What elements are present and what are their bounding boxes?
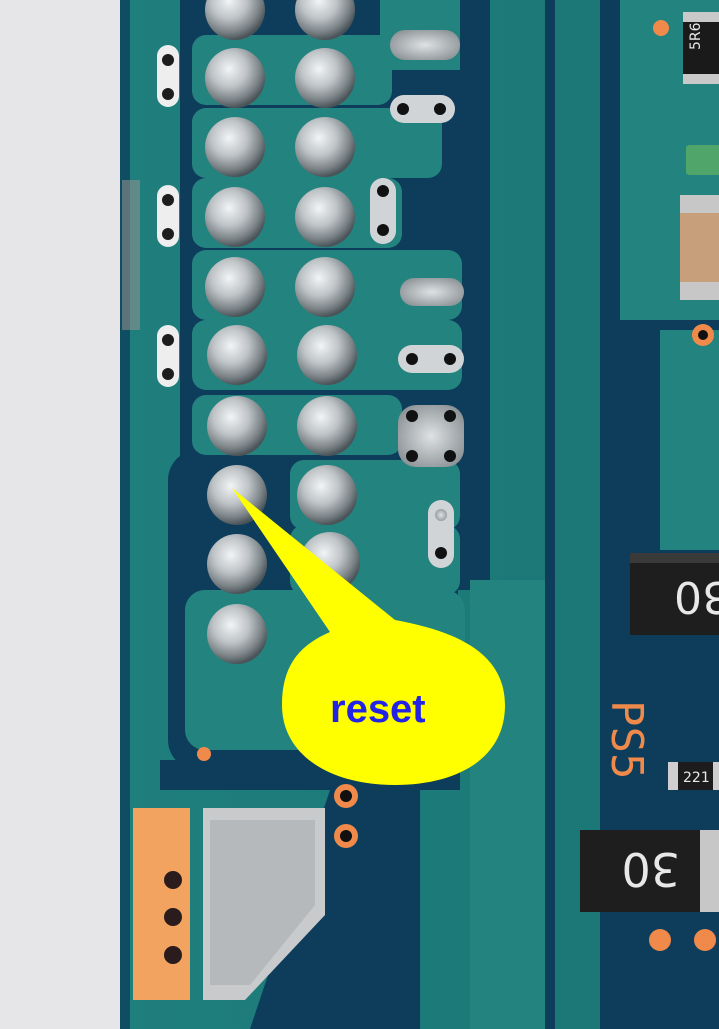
smd-capacitor-green xyxy=(686,145,719,175)
resistor-221: 221 xyxy=(668,762,719,790)
diode-bottom: 30 xyxy=(580,830,719,912)
silkscreen-label: PS5 xyxy=(601,700,652,779)
resistor-label: 221 xyxy=(683,770,710,786)
diode-top: 30 xyxy=(630,553,719,635)
smd-capacitor-tan xyxy=(680,195,719,300)
diode-top-label: 30 xyxy=(674,571,719,622)
pcb-photo: 5R6 30 221 30 PS5 reset xyxy=(0,0,719,1029)
resistor-top-label: 5R6 xyxy=(688,22,704,50)
diode-bottom-label: 30 xyxy=(621,842,680,896)
smd-resistor-top: 5R6 xyxy=(683,12,719,84)
copper-pad-block xyxy=(133,808,190,1000)
solder-joints-right xyxy=(295,0,360,592)
callout-label: reset xyxy=(330,687,426,731)
